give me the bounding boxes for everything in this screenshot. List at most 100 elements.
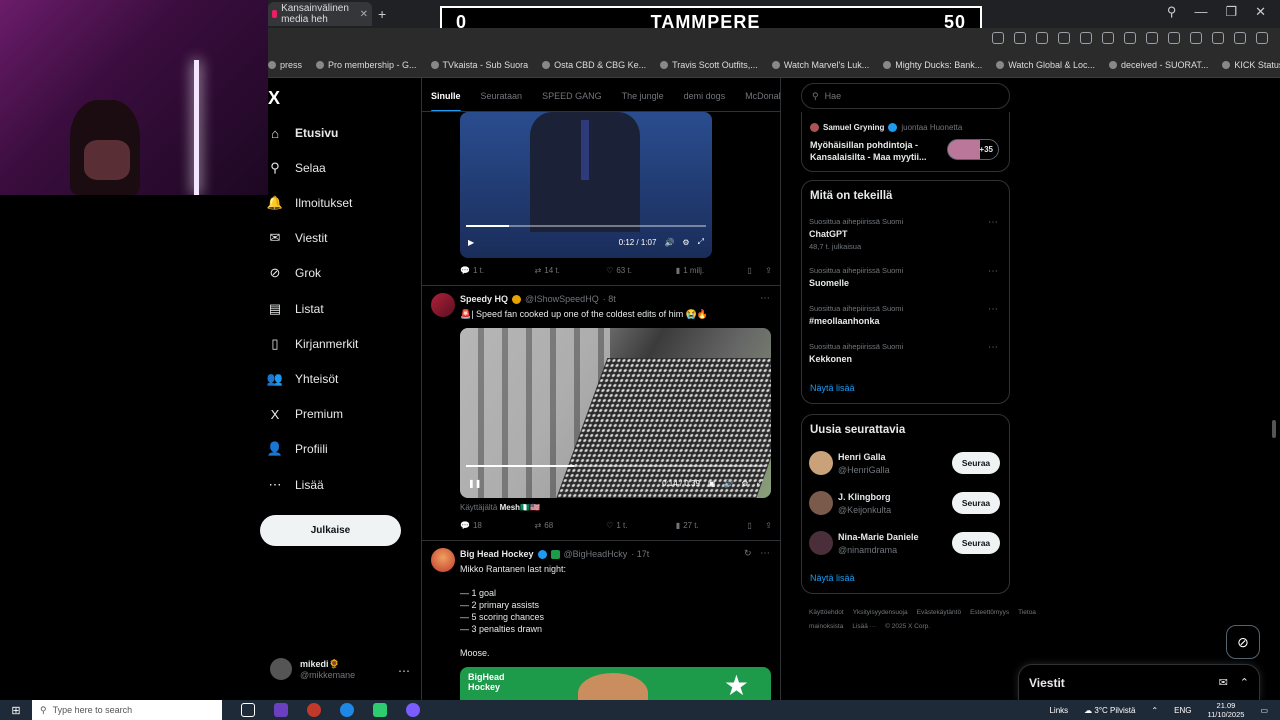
tweet-handle[interactable]: @IShowSpeedHQ	[525, 294, 599, 304]
follow-name[interactable]: Henri Galla	[838, 452, 886, 462]
notifications-icon[interactable]: ▭	[1260, 706, 1268, 715]
like-button[interactable]: ♡ 1 t.	[606, 521, 676, 530]
video-player[interactable]: ❚❚ 0:14 / 0:39 ▣ 🔊 ⚙ ⤢	[460, 328, 771, 498]
extension-icon[interactable]	[1234, 32, 1246, 44]
footer-link[interactable]: Esteettömyys	[970, 609, 1009, 616]
bookmark-item[interactable]: Watch Marvel's Luk...	[771, 60, 869, 70]
sidebar-item-etusivu[interactable]: ⌂ Etusivu	[268, 126, 338, 141]
download-icon[interactable]	[1168, 32, 1180, 44]
fullscreen-icon[interactable]: ⤢	[698, 237, 704, 247]
tab-the-jungle[interactable]: The jungle	[622, 91, 664, 101]
video-player[interactable]: ▶ 0:12 / 1:07 🔊 ⚙ ⤢	[460, 112, 712, 258]
bookmark-item[interactable]: KICK Status Page	[1222, 60, 1280, 70]
bookmark-item[interactable]: TVkaista - Sub Suora	[430, 60, 528, 70]
sidebar-item-premium[interactable]: X Premium	[268, 407, 343, 422]
tab-mcdonal[interactable]: McDonal	[745, 91, 781, 101]
footer-link[interactable]: Yksityisyydensuoja	[853, 609, 908, 616]
footer-link[interactable]: Evästekäytäntö	[917, 609, 961, 616]
zoom-icon[interactable]	[992, 32, 1004, 44]
tweet-time[interactable]: · 8t	[603, 294, 616, 304]
views-button[interactable]: ▮ 27 t.	[676, 521, 748, 530]
fullscreen-icon[interactable]: ⤢	[757, 478, 763, 488]
task-view-icon[interactable]	[241, 703, 255, 717]
trend-more-icon[interactable]: ⋯	[988, 266, 998, 277]
follow-button[interactable]: Seuraa	[952, 492, 1000, 514]
share-icon[interactable]: ⇪	[765, 521, 772, 530]
windows-start-icon[interactable]: ⊞	[0, 700, 32, 720]
avatar[interactable]	[809, 491, 833, 515]
tray-chevron-icon[interactable]: ⌃	[1151, 706, 1158, 715]
video-progress-bar[interactable]	[466, 465, 765, 467]
new-tab-button[interactable]: +	[378, 6, 386, 22]
trends-show-more[interactable]: Näytä lisää	[810, 383, 855, 393]
footer-link[interactable]: Lisää ···	[852, 623, 876, 630]
trend-more-icon[interactable]: ⋯	[988, 217, 998, 228]
bookmark-item[interactable]: Osta CBD & CBG Ke...	[542, 60, 646, 70]
bookmark-item[interactable]: Travis Scott Outfits,...	[660, 60, 758, 70]
tweet-more-icon[interactable]: ⋯	[760, 548, 770, 559]
taskbar-search[interactable]: ⚲ Type here to search	[32, 700, 222, 720]
grok-button[interactable]: ⊘	[1226, 625, 1260, 659]
tweet-author[interactable]: Big Head Hockey	[460, 549, 534, 559]
extension-icon[interactable]	[1058, 32, 1070, 44]
bookmark-item[interactable]: deceived - SUORAT...	[1108, 60, 1208, 70]
minimize-icon[interactable]: —	[1194, 4, 1207, 20]
messages-drawer[interactable]: Viestit ✉ ⌃	[1018, 664, 1260, 700]
retweet-button[interactable]: ⇄ 68	[535, 521, 607, 530]
trend-item[interactable]: Suosittua aihepiirissä Suomi ChatGPT 48,7 …	[809, 217, 1004, 251]
scrollbar[interactable]	[1272, 420, 1276, 438]
trend-item[interactable]: Suosittua aihepiirissä Suomi Suomelle ⋯	[809, 266, 1004, 288]
refresh-icon[interactable]: ↻	[744, 548, 752, 559]
like-button[interactable]: ♡ 63 t.	[606, 266, 676, 275]
follow-name[interactable]: J. Klingborg	[838, 492, 891, 502]
trend-item[interactable]: Suosittua aihepiirissä Suomi #meollaanhon…	[809, 304, 1004, 326]
tweet-avatar[interactable]	[431, 548, 455, 572]
edge-icon[interactable]	[340, 703, 354, 717]
language-indicator[interactable]: ENG	[1174, 706, 1191, 715]
maximize-icon[interactable]: ❐	[1225, 4, 1237, 20]
sidebar-item-ilmoitukset[interactable]: 🔔 Ilmoitukset	[267, 195, 352, 210]
sidebar-item-listat[interactable]: ▤ Listat	[268, 301, 324, 316]
settings-icon[interactable]: ⚙	[741, 479, 748, 488]
account-switcher[interactable]: mikedi🌻 @mikkemane	[270, 658, 355, 680]
settings-icon[interactable]: ⚙	[682, 238, 689, 247]
bookmark-item[interactable]: Mighty Ducks: Bank...	[883, 60, 982, 70]
pause-icon[interactable]: ❚❚	[468, 479, 481, 488]
footer-link[interactable]: Käyttöehdot	[809, 609, 844, 616]
x-logo[interactable]: X	[268, 88, 280, 109]
extension-icon[interactable]	[1102, 32, 1114, 44]
sidebar-item-yhteisöt[interactable]: 👥 Yhteisöt	[267, 371, 338, 386]
sidebar-item-grok[interactable]: ⊘ Grok	[268, 265, 321, 280]
video-progress-bar[interactable]	[466, 225, 706, 227]
retweet-button[interactable]: ⇄ 14 t.	[535, 266, 607, 275]
avatar[interactable]	[809, 451, 833, 475]
tab-close-icon[interactable]: ✕	[360, 9, 368, 20]
sidebar-item-lisää[interactable]: ⋯ Lisää	[268, 477, 324, 492]
camera-icon[interactable]	[1036, 32, 1048, 44]
app-icon[interactable]	[373, 703, 387, 717]
settings-icon[interactable]	[1256, 32, 1268, 44]
trend-more-icon[interactable]: ⋯	[988, 304, 998, 315]
bookmark-icon[interactable]: ▯	[747, 521, 765, 530]
tweet-avatar[interactable]	[431, 293, 455, 317]
menu-icon[interactable]	[1190, 32, 1202, 44]
share-icon[interactable]: ⇪	[765, 266, 772, 275]
search-bar[interactable]: ⚲	[801, 83, 1010, 109]
tweet-more-icon[interactable]: ⋯	[760, 293, 770, 304]
views-button[interactable]: ▮ 1 milj.	[676, 266, 748, 275]
tweet-time[interactable]: · 17t	[631, 549, 649, 559]
sidebar-item-selaa[interactable]: ⚲ Selaa	[268, 160, 325, 175]
reply-button[interactable]: 💬 18	[460, 521, 535, 530]
opera-icon[interactable]	[307, 703, 321, 717]
bookmark-item[interactable]: Pro membership - G...	[316, 60, 417, 70]
play-icon[interactable]	[1124, 32, 1136, 44]
tab-sinulle[interactable]: Sinulle	[431, 91, 461, 111]
captions-icon[interactable]: ▣	[708, 479, 716, 488]
search-input[interactable]	[824, 91, 985, 101]
tweet-handle[interactable]: @BigHeadHcky	[564, 549, 628, 559]
extension-icon[interactable]	[1080, 32, 1092, 44]
sidebar-item-viestit[interactable]: ✉ Viestit	[268, 230, 328, 245]
follow-button[interactable]: Seuraa	[952, 532, 1000, 554]
follow-show-more[interactable]: Näytä lisää	[810, 573, 855, 583]
close-window-icon[interactable]: ✕	[1255, 4, 1266, 20]
